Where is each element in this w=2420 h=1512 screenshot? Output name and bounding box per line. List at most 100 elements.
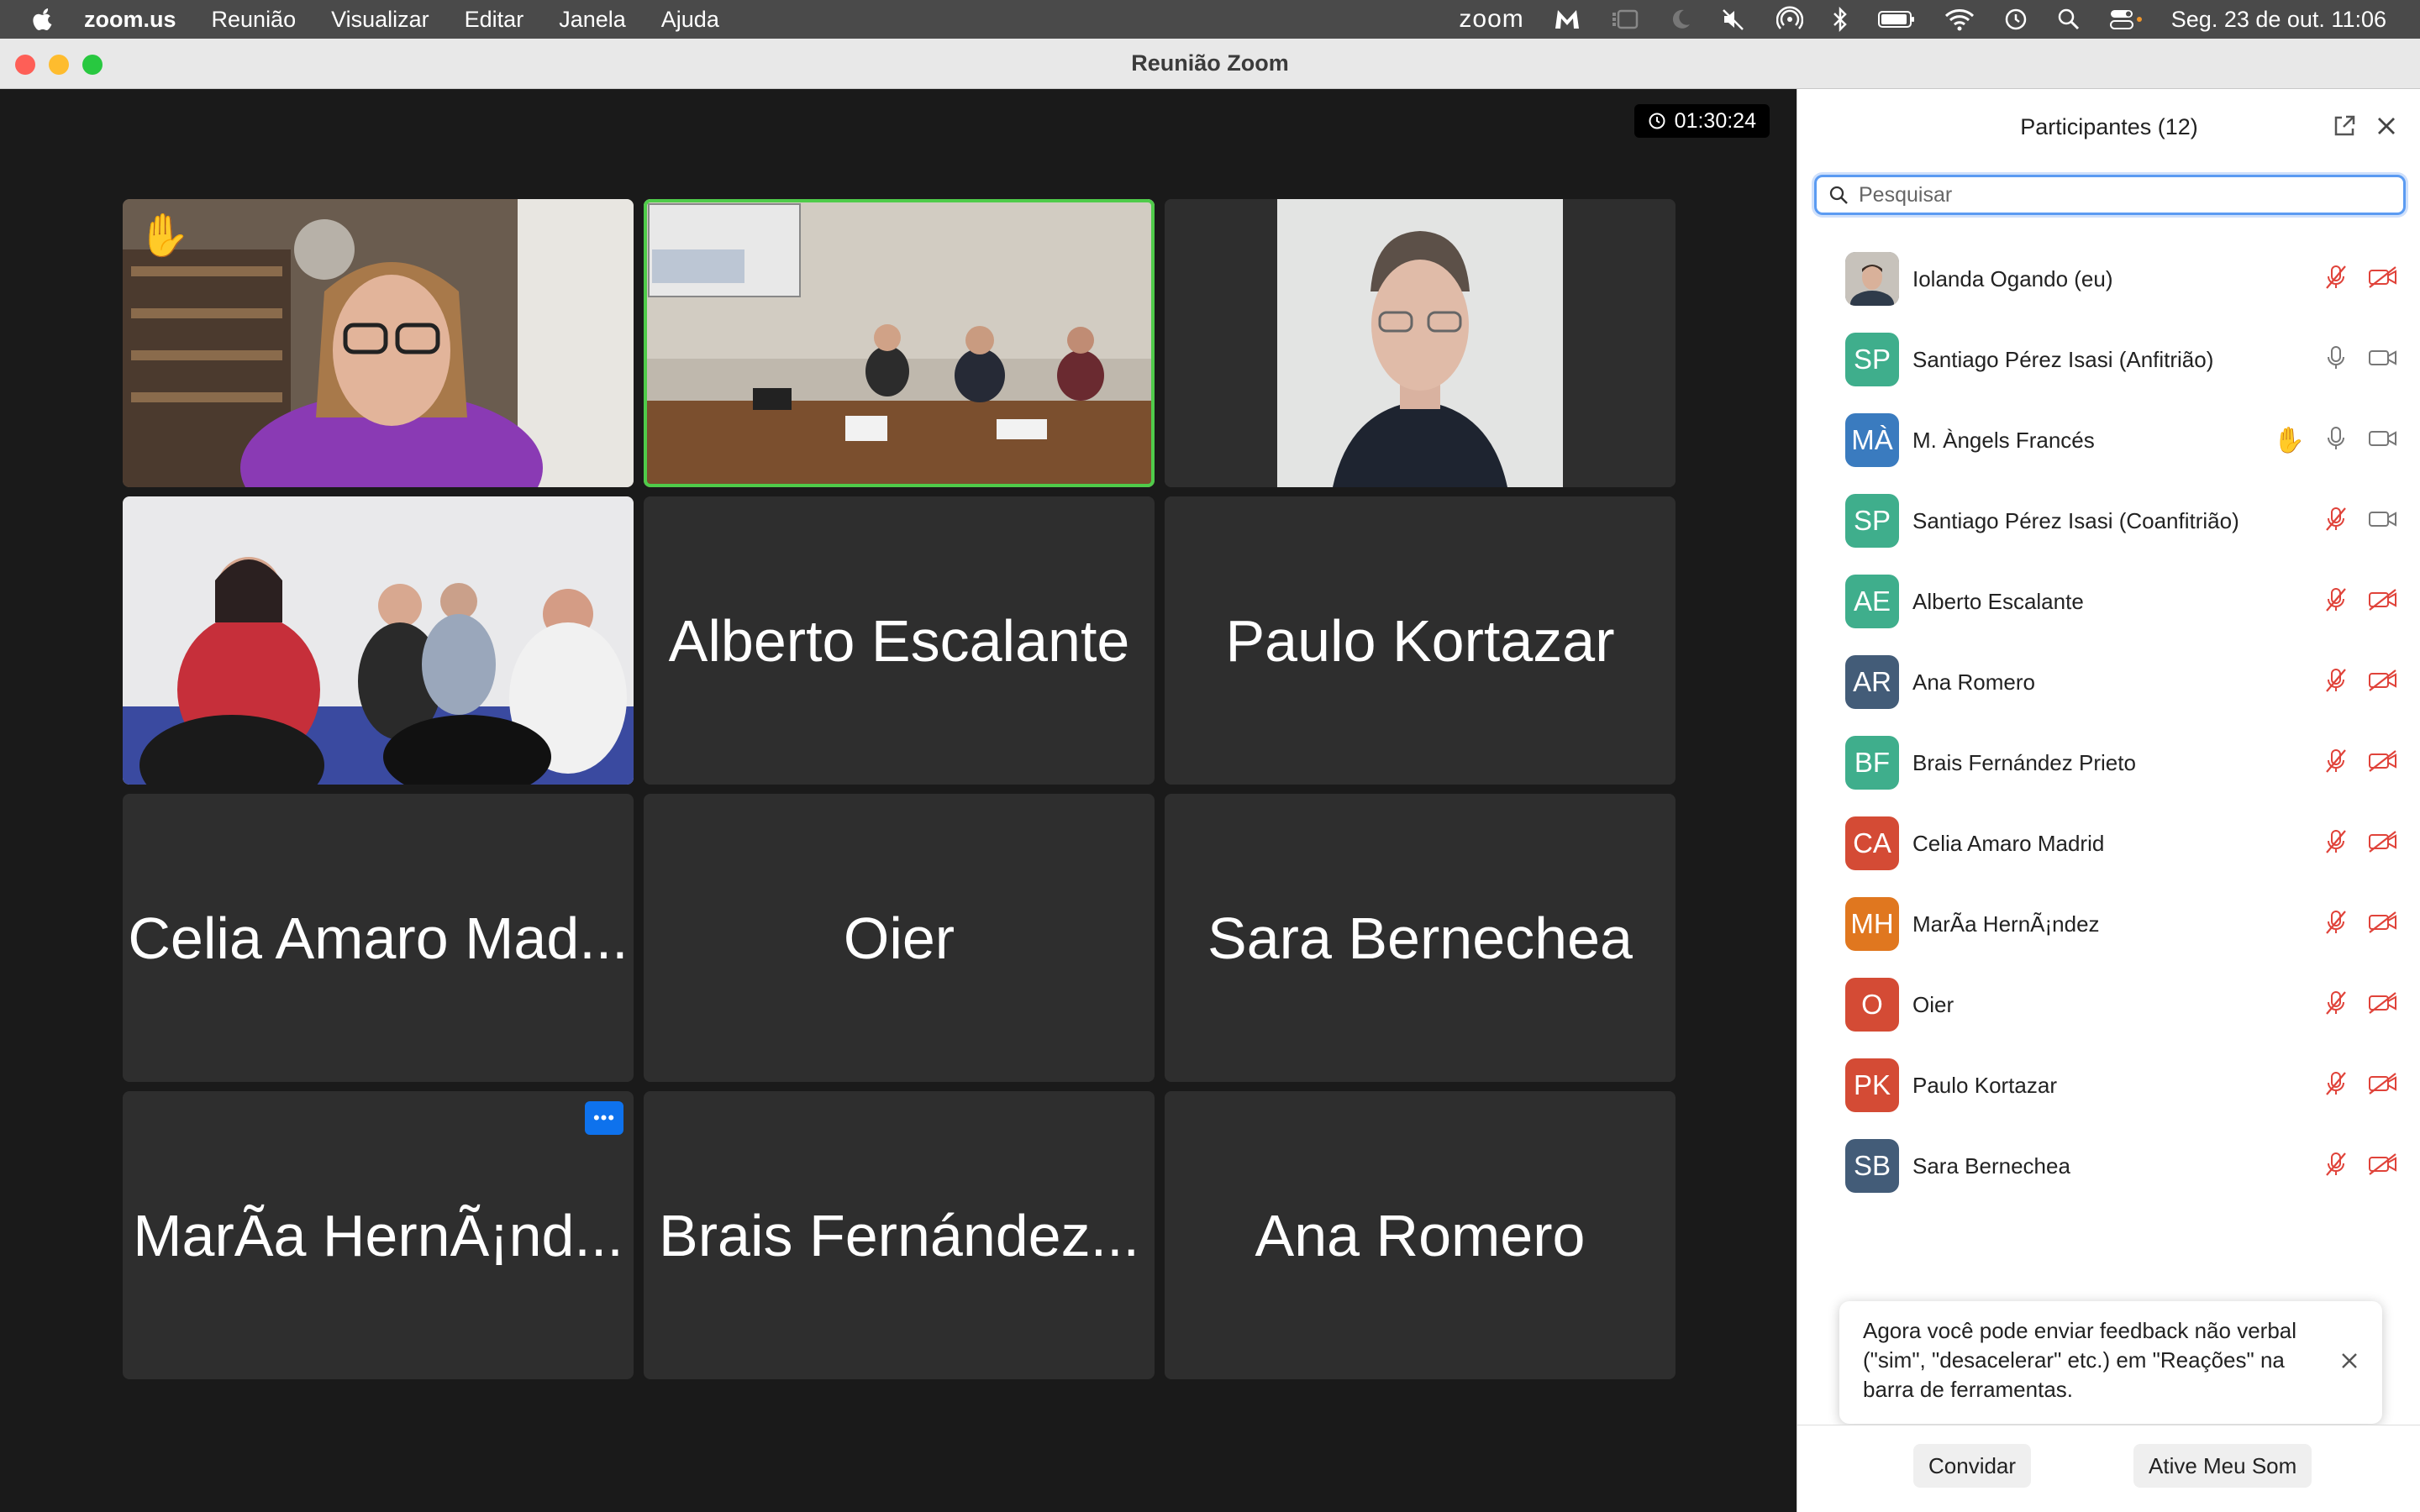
close-icon[interactable] [2373, 113, 2400, 139]
menu-app-name[interactable]: zoom.us [84, 7, 176, 33]
menu-editar[interactable]: Editar [465, 7, 524, 33]
participant-row[interactable]: O Oier [1797, 964, 2420, 1045]
invite-button[interactable]: Convidar [1913, 1444, 2032, 1488]
video-tile-oier[interactable]: Oier [644, 794, 1155, 1082]
mic-muted-icon[interactable] [2323, 506, 2349, 537]
participant-status-icons [2323, 239, 2399, 319]
participant-tile-name: Paulo Kortazar [1225, 607, 1615, 674]
video-off-icon[interactable] [2367, 911, 2399, 938]
wifi-icon[interactable] [1944, 8, 1975, 31]
stage-manager-icon[interactable] [1610, 8, 1640, 31]
participant-tile-name: Alberto Escalante [668, 607, 1130, 674]
video-off-icon[interactable] [2367, 588, 2399, 616]
mic-muted-icon[interactable] [2323, 586, 2349, 617]
video-off-icon[interactable] [2367, 1152, 2399, 1180]
participant-row[interactable]: SB Sara Bernechea [1797, 1126, 2420, 1206]
battery-icon[interactable] [1877, 9, 1916, 29]
mic-muted-icon[interactable] [2323, 748, 2349, 779]
pop-out-icon[interactable] [2331, 113, 2358, 139]
video-tile-brais[interactable]: Brais Fernández... [644, 1091, 1155, 1379]
mic-icon[interactable] [2323, 344, 2349, 375]
participant-row[interactable]: PK Paulo Kortazar [1797, 1045, 2420, 1126]
window-maximize-button[interactable] [82, 55, 103, 75]
mic-muted-icon[interactable] [2323, 667, 2349, 698]
participant-status-icons [2323, 803, 2399, 884]
video-off-icon[interactable] [2367, 830, 2399, 858]
video-icon[interactable] [2367, 427, 2399, 454]
tile-more-options-button[interactable]: ••• [585, 1101, 623, 1135]
mic-muted-icon[interactable] [2323, 828, 2349, 859]
video-tile-portrait[interactable] [1165, 199, 1676, 487]
video-tile-celia[interactable]: Celia Amaro Mad... [123, 794, 634, 1082]
menu-reuniao[interactable]: Reunião [212, 7, 297, 33]
participant-name: Santiago Pérez Isasi (Coanfitrião) [1912, 507, 2239, 533]
participant-row[interactable]: MH MarÃa HernÃ¡ndez [1797, 884, 2420, 964]
video-tile-ana[interactable]: Ana Romero [1165, 1091, 1676, 1379]
video-tile-maria[interactable]: MarÃa HernÃ¡nd... ••• [123, 1091, 634, 1379]
video-tile-iolanda[interactable]: ✋ [123, 199, 634, 487]
participant-row[interactable]: Iolanda Ogando (eu) [1797, 239, 2420, 319]
avatar: CA [1845, 816, 1899, 870]
window-close-button[interactable] [15, 55, 35, 75]
mic-muted-icon[interactable] [2323, 264, 2349, 295]
bluetooth-icon[interactable] [1832, 7, 1849, 32]
search-input[interactable] [1859, 182, 2363, 207]
mic-muted-icon[interactable] [2323, 909, 2349, 940]
menu-clock[interactable]: Seg. 23 de out. 11:06 [2171, 7, 2386, 33]
menu-visualizar[interactable]: Visualizar [331, 7, 429, 33]
raised-hand-icon: ✋ [138, 212, 191, 259]
airdrop-icon[interactable] [1776, 6, 1803, 33]
participant-status-icons [2323, 319, 2399, 400]
video-icon[interactable] [2367, 507, 2399, 535]
video-off-icon[interactable] [2367, 669, 2399, 696]
zoom-status-icon[interactable]: zoom [1459, 5, 1523, 34]
video-tile-audience[interactable] [123, 496, 634, 785]
video-off-icon[interactable] [2367, 991, 2399, 1019]
menu-ajuda[interactable]: Ajuda [661, 7, 719, 33]
time-machine-icon[interactable] [2003, 7, 2028, 32]
toast-close-icon[interactable] [2338, 1350, 2360, 1372]
video-off-icon[interactable] [2367, 265, 2399, 293]
menu-janela[interactable]: Janela [559, 7, 626, 33]
video-tile-sara[interactable]: Sara Bernechea [1165, 794, 1676, 1082]
avatar: AR [1845, 655, 1899, 709]
video-icon[interactable] [2367, 346, 2399, 374]
window-controls [15, 55, 103, 75]
participant-tile-name: Ana Romero [1255, 1202, 1586, 1268]
participant-tile-name: Celia Amaro Mad... [128, 905, 629, 971]
participant-row[interactable]: AE Alberto Escalante [1797, 561, 2420, 642]
participant-row[interactable]: BF Brais Fernández Prieto [1797, 722, 2420, 803]
participant-row[interactable]: AR Ana Romero [1797, 642, 2420, 722]
participant-name: MarÃa HernÃ¡ndez [1912, 911, 2100, 937]
participant-name: Santiago Pérez Isasi (Anfitrião) [1912, 346, 2214, 372]
participant-row[interactable]: SP Santiago Pérez Isasi (Anfitrião) [1797, 319, 2420, 400]
video-gallery: 01:30:24 ✋ Alberto Escalante Paulo Korta… [0, 89, 1797, 1512]
video-tile-paulo[interactable]: Paulo Kortazar [1165, 496, 1676, 785]
mic-muted-icon[interactable] [2323, 1151, 2349, 1182]
video-tile-room[interactable] [644, 199, 1155, 487]
mic-muted-icon[interactable] [2323, 990, 2349, 1021]
unmute-me-button[interactable]: Ative Meu Som [2133, 1444, 2312, 1488]
apple-icon[interactable] [32, 7, 57, 32]
avatar: MÀ [1845, 413, 1899, 467]
mic-muted-icon[interactable] [2323, 1070, 2349, 1101]
spotlight-search-icon[interactable] [2057, 8, 2081, 31]
participant-row[interactable]: MÀ M. Àngels Francés ✋ [1797, 400, 2420, 480]
video-off-icon[interactable] [2367, 1072, 2399, 1100]
meeting-timer: 01:30:24 [1634, 104, 1770, 138]
participant-row[interactable]: SP Santiago Pérez Isasi (Coanfitrião) [1797, 480, 2420, 561]
participant-list: Iolanda Ogando (eu) SP Santiago Pérez Isas… [1797, 239, 2420, 1206]
mic-icon[interactable] [2323, 425, 2349, 456]
malwarebytes-icon[interactable] [1553, 7, 1581, 32]
participant-name: Alberto Escalante [1912, 588, 2084, 614]
participant-search[interactable] [1814, 175, 2406, 215]
window-minimize-button[interactable] [49, 55, 69, 75]
focus-moon-icon[interactable] [1669, 8, 1692, 31]
video-off-icon[interactable] [2367, 749, 2399, 777]
control-center-icon[interactable] [2109, 7, 2143, 32]
video-tile-alberto[interactable]: Alberto Escalante [644, 496, 1155, 785]
participant-row[interactable]: CA Celia Amaro Madrid [1797, 803, 2420, 884]
avatar: SP [1845, 333, 1899, 386]
sound-muted-icon[interactable] [1721, 8, 1748, 31]
toast-text: Agora você pode enviar feedback não verb… [1863, 1318, 2297, 1402]
